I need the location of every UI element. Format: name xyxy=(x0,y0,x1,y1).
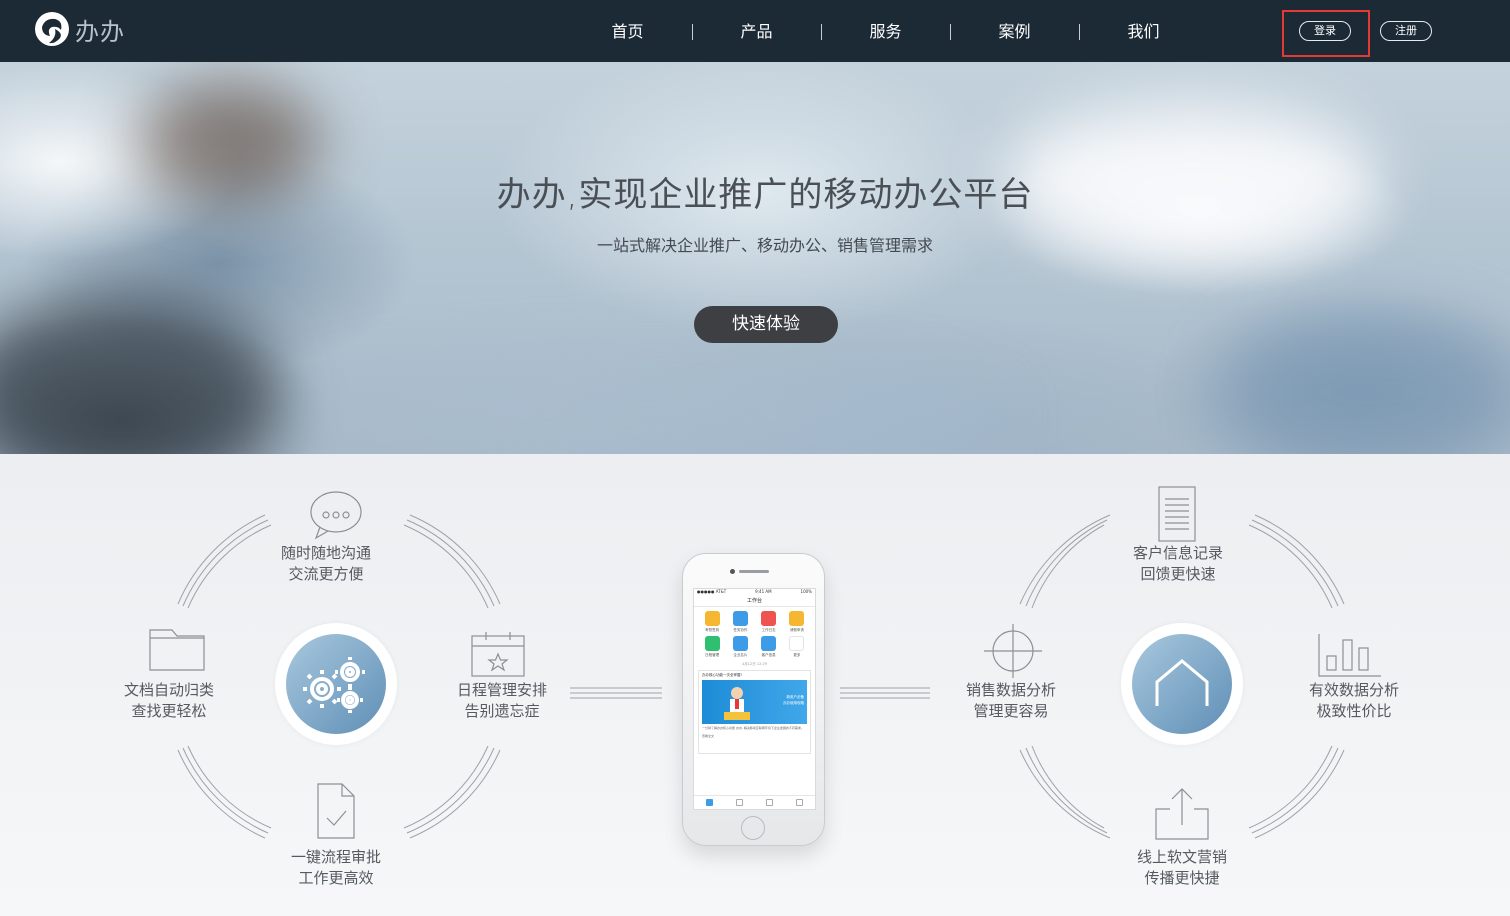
app-tile: 日程管理 xyxy=(698,636,726,658)
app-tile: 工作日志 xyxy=(755,611,783,633)
app-tile: 更多 xyxy=(783,636,811,658)
screen-tab-bar xyxy=(694,795,815,809)
phone-camera xyxy=(730,569,735,574)
chat-bubble-icon xyxy=(310,491,362,540)
app-icon xyxy=(704,636,720,651)
main-nav: 首页 产品 服务 案例 我们 xyxy=(563,20,1208,44)
phone-mockup: ●●●●● AT&T 9:41 AM 100% 工作台 考勤签到 任务协作 工作… xyxy=(682,553,825,846)
logo[interactable]: 办办 xyxy=(33,9,125,49)
home-hub-circle xyxy=(1132,634,1232,734)
app-tile: 企业名片 xyxy=(726,636,754,658)
settings-hub xyxy=(275,623,397,745)
hero-bg-blur xyxy=(1220,312,1510,454)
login-highlight-box xyxy=(1282,10,1370,57)
feature-chat-label: 随时随地沟通 交流更方便 xyxy=(280,544,371,583)
share-upload-icon xyxy=(1155,788,1209,840)
cartoon-figure-icon xyxy=(724,687,750,720)
hero-bg-blur xyxy=(0,292,280,454)
feature-schedule-label: 日程管理安排 告别遗忘症 xyxy=(456,681,547,720)
app-icon xyxy=(761,636,777,651)
phone-screen: ●●●●● AT&T 9:41 AM 100% 工作台 考勤签到 任务协作 工作… xyxy=(693,588,816,810)
tab-contacts-icon xyxy=(735,799,743,806)
folder-icon xyxy=(149,629,205,671)
app-tile: 任务协作 xyxy=(726,611,754,633)
screen-app-grid: 考勤签到 任务协作 工作日志 请假申请 日程管理 企业名片 客户信息 更多 xyxy=(694,607,815,658)
bar-chart-icon xyxy=(1318,634,1381,677)
crosshair-icon xyxy=(984,624,1042,678)
feature-customer-label: 客户信息记录 回馈更快速 xyxy=(1132,544,1223,583)
settings-hub-circle xyxy=(286,634,386,734)
tab-profile-icon xyxy=(796,799,804,806)
logo-mark-icon xyxy=(35,12,69,46)
nav-item-services[interactable]: 服务 xyxy=(821,20,950,44)
screen-news-card: 办办核心功能一次全掌握! 新用户必备 办办使用攻略 一分钟了解办办核心功能 办办… xyxy=(698,670,811,754)
app-tile: 考勤签到 xyxy=(698,611,726,633)
document-check-icon xyxy=(317,783,355,839)
hero-title: 办办,实现企业推广的移动办公平台 xyxy=(496,175,1034,215)
calendar-icon xyxy=(471,632,525,677)
screen-banner-text: 新用户必备 办办使用攻略 xyxy=(783,695,804,705)
app-icon xyxy=(704,611,720,626)
app-tile: 客户信息 xyxy=(755,636,783,658)
phone-home-button xyxy=(741,816,765,840)
register-button[interactable]: 注册 xyxy=(1380,21,1432,41)
feature-approval-label: 一键流程审批 工作更高效 xyxy=(290,848,381,887)
tab-messages-icon xyxy=(766,799,774,806)
app-icon xyxy=(732,636,748,651)
nav-item-home[interactable]: 首页 xyxy=(563,20,692,44)
document-lines-icon xyxy=(1158,486,1196,542)
home-hub xyxy=(1121,623,1243,745)
features-section: 随时随地沟通 交流更方便 文档自动归类 查找更轻松 日程管理安排 告别遗忘症 一… xyxy=(0,454,1510,916)
screen-banner: 新用户必备 办办使用攻略 xyxy=(702,680,807,724)
app-tile: 请假申请 xyxy=(783,611,811,633)
feature-files-label: 文档自动归类 查找更轻松 xyxy=(123,681,214,720)
feature-marketing-label: 线上软文营销 传播更快捷 xyxy=(1136,848,1227,887)
app-icon xyxy=(789,611,805,626)
top-header: 办办 首页 产品 服务 案例 我们 登录 注册 xyxy=(0,0,1510,62)
gears-icon xyxy=(303,657,365,713)
house-icon xyxy=(1155,659,1209,706)
quick-try-button[interactable]: 快速体验 xyxy=(694,306,838,343)
logo-text: 办办 xyxy=(75,17,125,46)
nav-item-cases[interactable]: 案例 xyxy=(950,20,1079,44)
hero-bg-blur xyxy=(300,362,1000,454)
app-icon xyxy=(732,611,748,626)
nav-item-products[interactable]: 产品 xyxy=(692,20,821,44)
screen-date: 4月12日 12:29 xyxy=(742,662,767,666)
app-icon xyxy=(761,611,777,626)
phone-speaker xyxy=(739,570,769,573)
hero-banner: 办办,实现企业推广的移动办公平台 一站式解决企业推广、移动办公、销售管理需求 快… xyxy=(0,62,1510,454)
nav-item-about[interactable]: 我们 xyxy=(1079,20,1208,44)
app-icon xyxy=(789,636,805,651)
tab-workbench-icon xyxy=(705,799,713,806)
feature-analytics-label: 有效数据分析 极致性价比 xyxy=(1308,681,1399,720)
screen-title: 工作台 xyxy=(694,595,815,607)
hero-subtitle: 一站式解决企业推广、移动办公、销售管理需求 xyxy=(596,236,933,255)
feature-sales-label: 销售数据分析 管理更容易 xyxy=(965,681,1056,720)
